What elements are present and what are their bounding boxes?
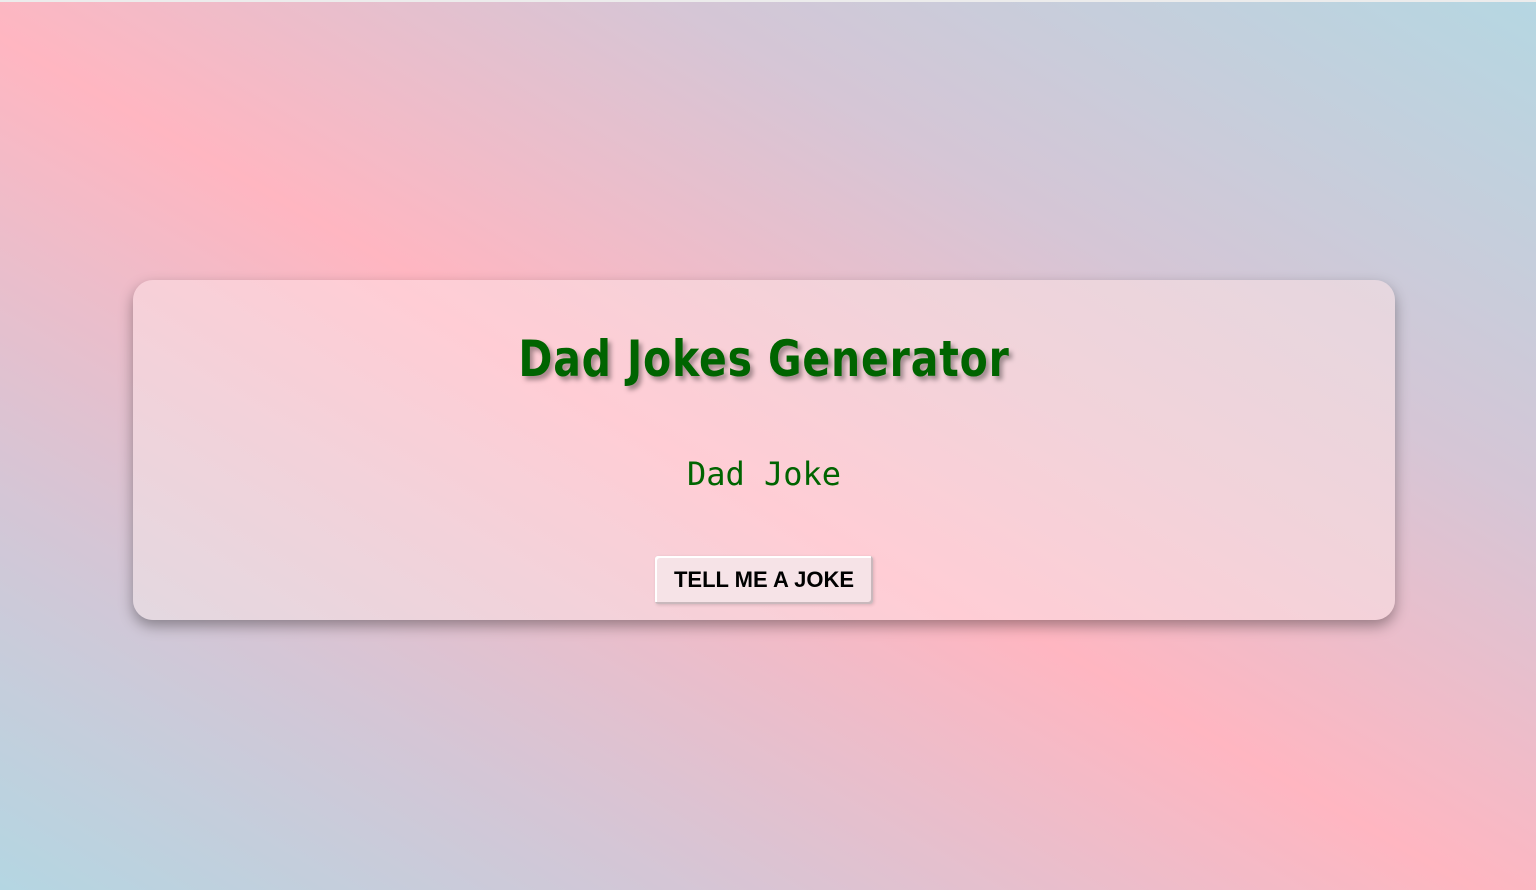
tell-joke-button[interactable]: TELL ME A JOKE xyxy=(655,556,873,604)
joke-card: Dad Jokes Generator Dad Joke TELL ME A J… xyxy=(133,280,1395,620)
page-title: Dad Jokes Generator xyxy=(518,330,1010,388)
joke-text: Dad Joke xyxy=(686,455,842,493)
top-border xyxy=(0,0,1536,2)
